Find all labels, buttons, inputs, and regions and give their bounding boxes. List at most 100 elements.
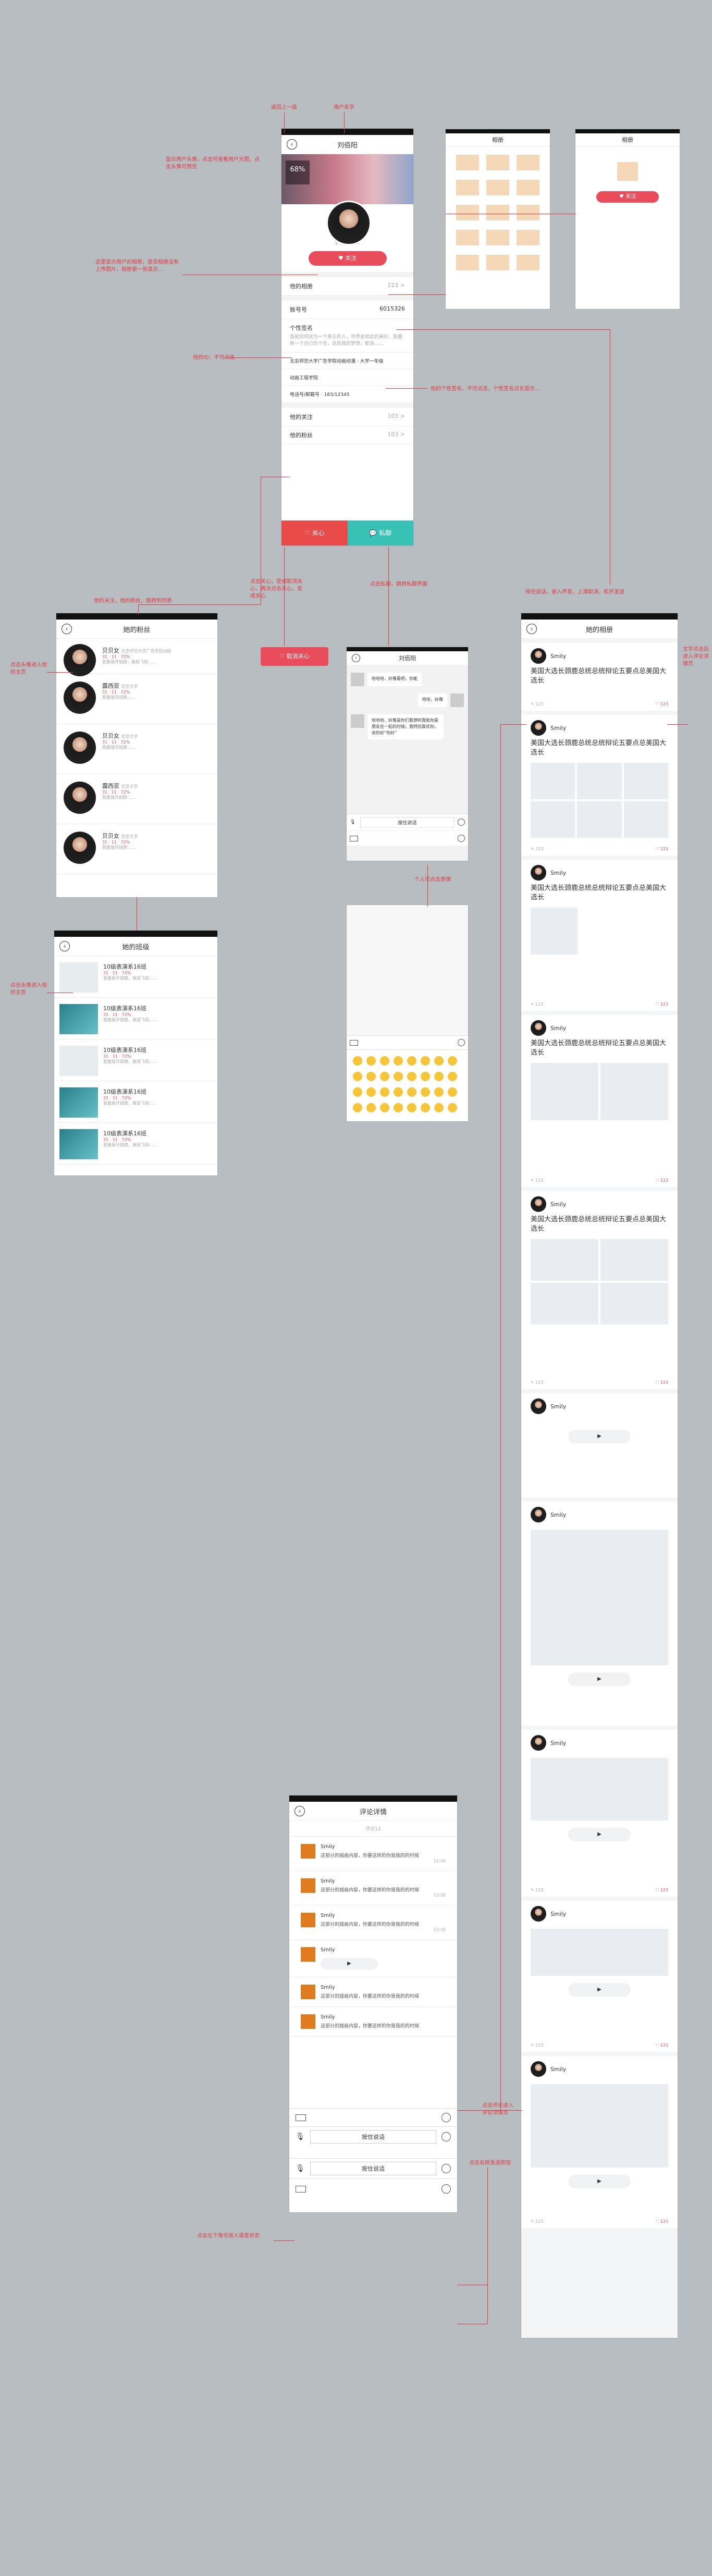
photo-large[interactable] [617,162,638,181]
keyboard-icon[interactable] [296,2114,306,2121]
mic-icon[interactable]: 🎙 [296,2164,305,2173]
post-image[interactable] [600,1239,668,1281]
avatar[interactable] [64,732,96,764]
post-image[interactable] [531,908,578,955]
comment-count[interactable]: ✎ 123 [531,1888,544,1892]
album-photo[interactable] [517,180,539,195]
comment-count[interactable]: ✎ 123 [531,1002,544,1007]
album-photo[interactable] [486,230,509,245]
comment-count[interactable]: ✎ 123 [531,847,544,851]
avatar[interactable] [531,1507,546,1522]
avatar[interactable] [531,1398,546,1414]
feed-post[interactable]: Smily 美国大选长颈鹿总统总统辩论五要点总美国大选长 ✎ 123 ♡ 123 [521,643,678,711]
post-image[interactable] [531,1758,668,1820]
post-image[interactable] [531,763,575,799]
album-photo[interactable] [486,255,509,270]
avatar[interactable] [531,1906,546,1922]
emoji-item[interactable] [421,1056,430,1066]
back-icon[interactable]: ‹ [287,139,297,150]
comment-item[interactable]: Smily 这部分的插画内容，你要这样的你是我的的时候 12:30 [289,1871,457,1905]
emoji-item[interactable] [366,1103,376,1112]
feed-post[interactable]: Smily ▶ [521,1502,678,1726]
like-count[interactable]: ♡ 123 [655,847,668,851]
post-image[interactable] [623,801,668,838]
emoji-item[interactable] [434,1072,444,1081]
back-icon[interactable]: ‹ [294,1806,305,1816]
feed-post[interactable]: Smily ▶ ✎ 123 ♡ 123 [521,1730,678,1897]
avatar[interactable] [531,720,546,736]
list-item[interactable]: 露西亚 北京大学 31 · 11 · 72% 我要展开翅膀…… [56,774,217,824]
list-item[interactable]: 贝贝女 北京大学 31 · 11 · 72% 我要展开翅膀…… [56,724,217,774]
emoji-item[interactable] [366,1072,376,1081]
emoji-item[interactable] [434,1087,444,1097]
emoji-item[interactable] [394,1072,403,1081]
avatar[interactable] [531,1735,546,1751]
emoji-icon[interactable] [441,2184,451,2194]
chat-button[interactable]: 💬 私聊 [347,521,413,546]
voice-player[interactable]: ▶ [568,1673,631,1686]
emoji-item[interactable] [353,1103,362,1112]
emoji-item[interactable] [448,1103,457,1112]
keyboard-icon[interactable] [350,1039,358,1046]
comment-count[interactable]: ✎ 123 [531,2219,544,2224]
comment-item[interactable]: Smily 这部分的插画内容，你要这样的你是我的的时候 12:30 [289,1837,457,1871]
mic-icon[interactable]: 🎙 [350,820,357,825]
like-count[interactable]: ♡ 123 [655,2219,668,2224]
album-photo[interactable] [486,155,509,170]
comment-item[interactable]: Smily 这部分的插画内容，你要这样的你是我的的时候 [289,2007,457,2037]
photo-follow-button[interactable]: ♥ 关注 [596,191,659,203]
avatar[interactable] [531,865,546,881]
voice-player[interactable]: ▶ [321,1958,378,1970]
emoji-icon[interactable] [441,2113,451,2122]
emoji-item[interactable] [380,1072,389,1081]
emoji-item[interactable] [353,1072,362,1081]
avatar[interactable] [64,682,96,714]
avatar[interactable] [450,693,464,707]
list-item[interactable]: 贝贝女 北京师范大学广告学院动画 31 · 11 · 72% 我要展开翅膀，展翅… [56,639,217,676]
post-image[interactable] [577,763,622,799]
avatar[interactable] [64,832,96,864]
album-photo[interactable] [456,205,479,220]
emoji-item[interactable] [394,1087,403,1097]
emoji-item[interactable] [353,1087,362,1097]
list-item[interactable]: 贝贝女 北京大学 31 · 11 · 72% 我要展开翅膀…… [56,824,217,874]
album-photo[interactable] [517,230,539,245]
care-button[interactable]: ♡ 关心 [281,521,348,546]
keyboard-icon[interactable] [350,835,358,841]
voice-player[interactable]: ▶ [568,1983,631,1997]
list-item[interactable]: 10级表演系16班 31 · 11 · 72% 我要展开翅膀，展翅飞翔…… [54,956,217,998]
avatar[interactable] [64,644,96,676]
like-count[interactable]: ♡ 123 [655,2043,668,2048]
comment-count[interactable]: ✎ 123 [531,1380,544,1385]
comment-item[interactable]: Smily ▶ [289,1940,457,1977]
post-image[interactable] [623,763,668,799]
following-row[interactable]: 他的关注 103 > [281,408,413,426]
album-photo[interactable] [456,255,479,270]
avatar[interactable] [301,1947,315,1962]
mic-icon[interactable]: 🎙 [296,2133,305,2141]
album-photo[interactable] [456,155,479,170]
album-photo[interactable] [456,180,479,195]
feed-post[interactable]: Smily 美国大选长颈鹿总统总统辩论五要点总美国大选长 ✎ 123 ♡ 123 [521,860,678,1011]
hold-to-talk-button[interactable]: 按住说话 [310,2162,436,2175]
emoji-item[interactable] [380,1056,389,1066]
avatar[interactable] [64,782,96,814]
post-image[interactable] [600,1283,668,1324]
avatar[interactable] [301,1878,315,1893]
feed-post[interactable]: Smily 美国大选长颈鹿总统总统辩论五要点总美国大选长 ✎ 123 ♡ 123 [521,1191,678,1389]
emoji-item[interactable] [407,1072,416,1081]
keyboard-icon[interactable] [296,2185,306,2193]
post-image[interactable] [577,801,622,838]
feed-post[interactable]: Smily 美国大选长颈鹿总统总统辩论五要点总美国大选长 ✎ 123 ♡ 123 [521,715,678,856]
avatar[interactable] [531,1196,546,1212]
comment-count[interactable]: ✎ 123 [531,702,544,707]
hold-to-talk-button[interactable]: 按住说话 [310,2130,436,2144]
emoji-icon[interactable] [458,1039,465,1046]
emoji-item[interactable] [407,1056,416,1066]
emoji-icon[interactable] [441,2132,451,2141]
album-photo[interactable] [517,255,539,270]
emoji-item[interactable] [394,1056,403,1066]
emoji-item[interactable] [421,1103,430,1112]
back-icon[interactable]: ‹ [59,941,70,951]
emoji-item[interactable] [380,1087,389,1097]
